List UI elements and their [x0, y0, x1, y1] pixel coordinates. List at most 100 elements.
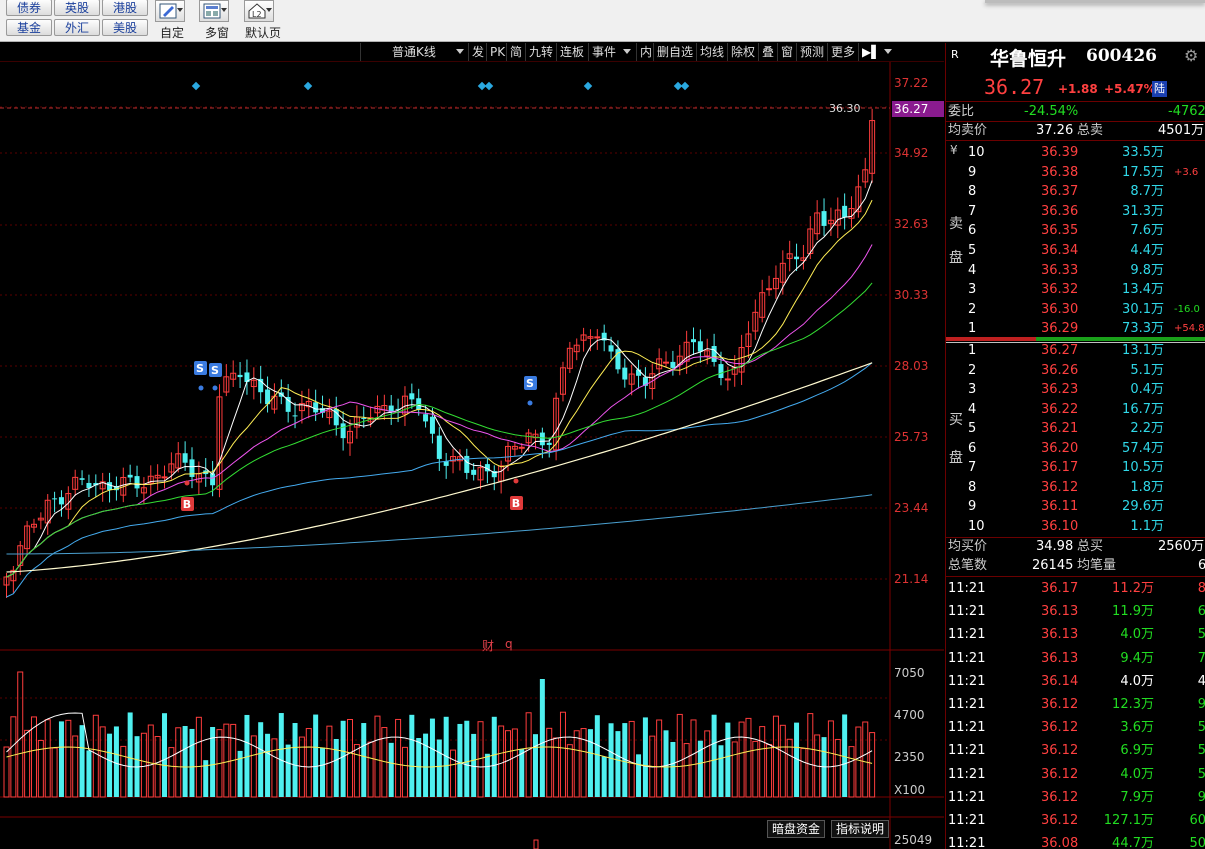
volume-tick: 4700	[894, 708, 925, 722]
ask-level-row[interactable]: 9 36.38 17.5万 +3.6	[946, 163, 1205, 182]
tb-del-watch[interactable]: 删自选	[653, 43, 696, 61]
bid-level-row[interactable]: 6 36.20 57.4万	[946, 439, 1205, 458]
stock-code: 600426	[1086, 46, 1157, 66]
tick-time: 11:21	[948, 766, 986, 782]
ask-level-row[interactable]: 3 36.32 13.4万	[946, 280, 1205, 299]
tb-fa[interactable]: 发	[468, 43, 487, 61]
market-hk-button[interactable]: 港股	[102, 0, 148, 16]
tick-time: 11:21	[948, 836, 986, 849]
tick-row: 11:21 36.12 12.3万 9	[946, 695, 1205, 714]
candle-body-down	[237, 374, 243, 378]
ask-level-row[interactable]: 7 36.36 31.3万	[946, 202, 1205, 221]
tb-panel-toggle[interactable]: ▶▌	[858, 43, 892, 61]
kline-chart[interactable]: S SSB B	[0, 62, 944, 849]
candle-body-down	[691, 339, 696, 343]
market-bond-button[interactable]: 债券	[6, 0, 52, 16]
finance-marker[interactable]: 财	[482, 637, 494, 654]
bid-level-row[interactable]: 5 36.21 2.2万	[946, 419, 1205, 438]
volume-bar-down	[292, 723, 298, 797]
tb-forecast[interactable]: 预测	[796, 43, 827, 61]
candle-body-down	[79, 478, 85, 480]
bid-volume: 29.6万	[1122, 499, 1164, 514]
tick-time: 11:21	[948, 813, 986, 828]
ask-level-row[interactable]: 8 36.37 8.7万	[946, 182, 1205, 201]
volume-bar-down	[58, 721, 64, 797]
volume-bar-down	[615, 731, 621, 797]
candle-body-down	[340, 423, 346, 439]
volume-bar-down	[539, 679, 545, 797]
tb-more[interactable]: 更多	[827, 43, 858, 61]
tick-price: 36.12	[1041, 789, 1079, 805]
bid-level-row[interactable]: 9 36.11 29.6万	[946, 497, 1205, 516]
default-page-button[interactable]: L2	[244, 0, 274, 22]
volume-bar-down	[409, 714, 415, 797]
candle-body-up	[161, 476, 168, 479]
tb-events[interactable]: 事件	[588, 43, 632, 61]
volume-bar-down	[320, 747, 326, 797]
tick-count: 6	[1197, 604, 1205, 620]
ask-level-row[interactable]: 2 36.30 30.1万 -16.0	[946, 300, 1205, 319]
volume-bar-down	[608, 723, 614, 797]
tick-time: 11:21	[948, 720, 986, 736]
edit-icon	[159, 3, 177, 19]
ask-level-row[interactable]: 1 36.29 73.3万 +54.8	[946, 319, 1205, 338]
volume-bar-down	[532, 734, 538, 797]
tick-time: 11:21	[948, 743, 986, 759]
volume-bar-down	[601, 756, 607, 797]
bid-level-row[interactable]: 1 36.27 13.1万	[946, 341, 1205, 360]
bid-level-row[interactable]: 8 36.12 1.8万	[946, 478, 1205, 497]
tick-price: 36.12	[1041, 743, 1079, 759]
dark-pool-button[interactable]: 暗盘资金	[767, 820, 826, 838]
ask-level-row[interactable]: 4 36.33 9.8万	[946, 261, 1205, 280]
tick-count: 9	[1197, 789, 1205, 805]
volume-bar-down	[457, 723, 463, 797]
ask-level-row[interactable]: 10 36.39 33.5万	[946, 143, 1205, 162]
tb-jian[interactable]: 简	[506, 43, 525, 61]
tick-row: 11:21 36.12 6.9万 5	[946, 741, 1205, 760]
candle-body-down	[210, 473, 216, 486]
indicator-help-button[interactable]: 指标说明	[831, 820, 890, 838]
volume-bar-down	[519, 748, 525, 797]
market-fund-button[interactable]: 基金	[6, 19, 52, 36]
chart-background	[0, 62, 944, 849]
bid-level-row[interactable]: 3 36.23 0.4万	[946, 380, 1205, 399]
tick-time: 11:21	[948, 789, 986, 805]
weibi-value: -24.54%	[1024, 104, 1079, 119]
tb-lianban[interactable]: 连板	[556, 43, 587, 61]
tb-overlay[interactable]: 叠	[758, 43, 777, 61]
ask-level-row[interactable]: 6 36.35 7.6万	[946, 221, 1205, 240]
buy-signal-text: B	[512, 497, 520, 510]
tb-window[interactable]: 窗	[777, 43, 796, 61]
tb-jiuzhuan[interactable]: 九转	[525, 43, 556, 61]
kline-type-select[interactable]: 普通K线	[360, 43, 468, 61]
q-marker[interactable]: q	[505, 637, 513, 651]
tb-pk[interactable]: PK	[486, 43, 508, 61]
tick-price: 36.17	[1041, 581, 1079, 596]
ask-level: 7	[968, 203, 977, 219]
candle-body-down	[608, 345, 614, 352]
ask-level: 8	[968, 184, 977, 200]
tb-ma[interactable]: 均线	[696, 43, 727, 61]
volume-bar-down	[113, 726, 119, 797]
market-forex-button[interactable]: 外汇	[54, 19, 100, 36]
multiwindow-button[interactable]	[199, 0, 229, 22]
volume-bar-down	[189, 728, 195, 797]
market-uk-button[interactable]: 英股	[54, 0, 100, 16]
volume-bar-down	[416, 738, 422, 797]
ask-price: 36.32	[1041, 282, 1079, 298]
custom-tool-button[interactable]	[155, 0, 185, 22]
ask-level-row[interactable]: 5 36.34 4.4万	[946, 241, 1205, 260]
bid-level-row[interactable]: 10 36.10 1.1万	[946, 517, 1205, 536]
volume-bar-down	[670, 741, 676, 797]
bid-level-row[interactable]: 2 36.26 5.1万	[946, 361, 1205, 380]
market-us-button[interactable]: 美股	[102, 19, 148, 36]
volume-bar-down	[182, 726, 188, 797]
candle-body-down	[670, 361, 676, 368]
default-page-label: 默认页	[245, 26, 282, 40]
bid-level-row[interactable]: 7 36.17 10.5万	[946, 458, 1205, 477]
volume-tick: 2350	[894, 750, 925, 764]
bid-level-row[interactable]: 4 36.22 16.7万	[946, 400, 1205, 419]
tick-volume: 7.9万	[1120, 789, 1154, 805]
tb-exright[interactable]: 除权	[727, 43, 758, 61]
gear-icon[interactable]: ⚙	[1184, 46, 1198, 65]
